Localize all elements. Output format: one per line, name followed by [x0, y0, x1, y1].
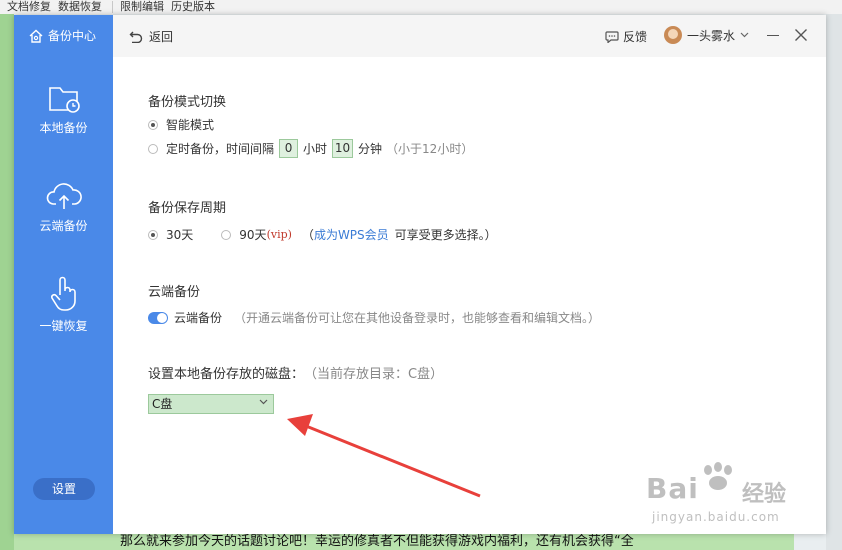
home-icon: [29, 29, 43, 43]
smart-mode-label: 智能模式: [166, 118, 215, 132]
menu-item-data-recovery[interactable]: 数据恢复: [58, 1, 102, 13]
chevron-down-icon: [259, 399, 268, 405]
cloud-backup-title: 云端备份: [148, 285, 201, 300]
sidebar-item-local-backup[interactable]: 本地备份: [14, 83, 113, 136]
smart-mode-option[interactable]: 智能模式: [148, 116, 214, 133]
cloud-backup-row: 云端备份 （开通云端备份可让您在其他设备登录时，也能够查看和编辑文档。）: [148, 309, 600, 326]
retention-note-rest: 可享受更多选择。）: [394, 228, 497, 242]
retention-90-radio[interactable]: [221, 229, 232, 240]
watermark-url: jingyan.baidu.com: [652, 510, 780, 524]
back-label: 返回: [149, 30, 174, 44]
sidebar: 备份中心 本地备份 云端备份 一键恢复 设置: [14, 15, 113, 534]
disk-select-value: C盘: [152, 397, 173, 411]
sidebar-title-label: 备份中心: [48, 29, 97, 43]
backup-mode-title: 备份模式切换: [148, 95, 227, 110]
disk-current-hint: （当前存放目录：C盘）: [304, 367, 444, 382]
back-button[interactable]: 返回: [129, 28, 173, 45]
timed-backup-label: 定时备份，时间间隔: [166, 142, 275, 156]
sidebar-item-label: 云端备份: [39, 219, 88, 233]
settings-button[interactable]: 设置: [33, 478, 95, 500]
user-name: 一头雾水: [687, 28, 736, 43]
watermark-brand-cn: 经验: [742, 482, 787, 507]
menu-item-history[interactable]: 历史版本: [171, 1, 215, 13]
cloud-toggle-label: 云端备份: [174, 311, 223, 325]
retention-30-label: 30天: [166, 228, 194, 242]
feedback-button[interactable]: 反馈: [605, 28, 647, 45]
undo-arrow-icon: [129, 31, 143, 43]
chat-bubble-icon: [605, 31, 619, 43]
user-menu[interactable]: 一头雾水: [664, 26, 749, 44]
minutes-input[interactable]: 10: [332, 139, 354, 158]
main-panel: 返回 反馈 一头雾水 备份模式切换 智能模式 定时备份，时间间隔 0 小时 10…: [113, 15, 826, 534]
retention-title: 备份保存周期: [148, 201, 227, 216]
smart-mode-radio[interactable]: [148, 119, 158, 130]
watermark-brand: Bai: [646, 472, 699, 505]
retention-30-radio[interactable]: [148, 229, 158, 240]
sidebar-item-one-click-restore[interactable]: 一键恢复: [14, 275, 113, 334]
folder-clock-icon: [48, 87, 80, 113]
disk-title: 设置本地备份存放的磁盘：: [148, 367, 305, 382]
timed-backup-radio[interactable]: [148, 143, 158, 154]
timed-backup-option[interactable]: 定时备份，时间间隔 0 小时 10 分钟 （小于12小时）: [148, 139, 473, 158]
hours-unit: 小时: [303, 142, 328, 156]
background-document-edge: [0, 14, 14, 550]
hand-pointer-icon: [50, 276, 76, 311]
retention-options: 30天 90天 (vip) （ 成为WPS会员 可享受更多选择。）: [148, 226, 497, 243]
cloud-hint: （开通云端备份可让您在其他设备登录时，也能够查看和编辑文档。）: [234, 311, 601, 325]
menu-item-doc-repair[interactable]: 文档修复: [7, 1, 51, 13]
retention-note-open: （: [301, 228, 314, 242]
cloud-upload-icon: [46, 183, 82, 209]
menu-divider: [112, 1, 113, 13]
background-menubar: 文档修复 数据恢复 限制编辑 历史版本: [0, 0, 842, 14]
timed-hint: （小于12小时）: [386, 142, 474, 156]
sidebar-item-label: 一键恢复: [39, 319, 88, 333]
background-right-edge: [826, 14, 842, 550]
background-document-text: 那么就来参加今天的话题讨论吧！幸运的修真者不但能获得游戏内福利，还有机会获得“全: [14, 534, 794, 550]
top-bar: 返回 反馈 一头雾水: [113, 15, 826, 57]
feedback-label: 反馈: [623, 30, 648, 44]
watermark: Bai 经验 jingyan.baidu.com: [646, 462, 806, 532]
paw-logo-icon: [704, 462, 732, 490]
avatar: [664, 26, 682, 44]
minutes-unit: 分钟: [358, 142, 383, 156]
menu-item-restrict-edit[interactable]: 限制编辑: [120, 1, 164, 13]
retention-90-label: 90天: [239, 228, 267, 242]
minimize-button[interactable]: [767, 35, 779, 36]
cloud-backup-toggle[interactable]: [148, 311, 168, 324]
sidebar-item-label: 本地备份: [39, 121, 88, 135]
disk-select[interactable]: C盘: [148, 394, 274, 414]
become-member-link[interactable]: 成为WPS会员: [314, 226, 389, 243]
sidebar-title: 备份中心: [28, 27, 96, 44]
chevron-down-icon: [740, 32, 749, 38]
hours-input[interactable]: 0: [279, 139, 299, 158]
close-icon[interactable]: [794, 28, 808, 42]
vip-tag: (vip): [266, 228, 292, 241]
sidebar-item-cloud-backup[interactable]: 云端备份: [14, 179, 113, 234]
disk-setting-row: 设置本地备份存放的磁盘： （当前存放目录：C盘）: [148, 363, 443, 382]
backup-center-dialog: 备份中心 本地备份 云端备份 一键恢复 设置 返回 反馈 一头雾水 备份模式切换…: [14, 15, 826, 534]
